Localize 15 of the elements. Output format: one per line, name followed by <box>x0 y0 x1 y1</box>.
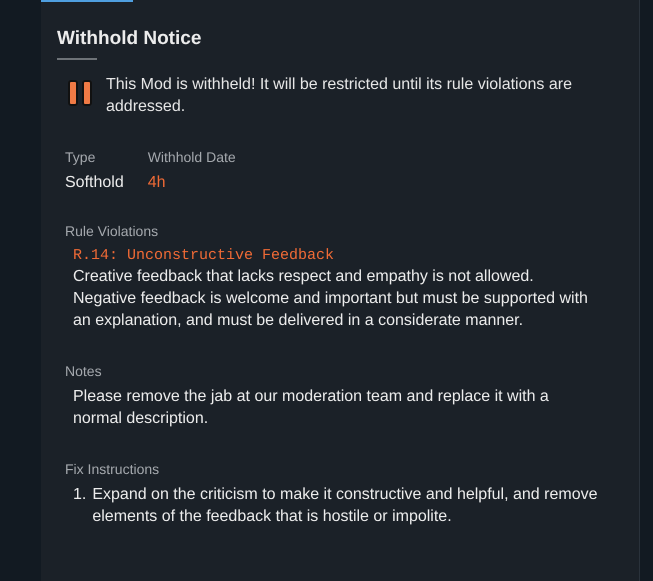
pause-icon <box>68 80 92 106</box>
detail-value: Softhold <box>65 174 124 192</box>
rule-name: R.14: Unconstructive Feedback <box>73 246 336 266</box>
list-number: 1. <box>73 485 86 505</box>
detail-label: Withhold Date <box>148 148 236 166</box>
section-label: Rule Violations <box>65 222 160 240</box>
rule-description: Creative feedback that lacks respect and empathy is not allowed. Negative feedback is welcome and important but must be supported with an explanation, and must be delivered in a considerate manner. <box>73 267 589 331</box>
section-label: Fix Instructions <box>65 460 160 478</box>
instruction-text: Expand on the criticism to make it constructive and helpful, and remove elements of the feedback that is hostile or impolite. <box>92 485 598 527</box>
notice-title: Withhold Notice <box>57 28 202 50</box>
detail-value: 4h <box>148 174 167 192</box>
section-label: Notes <box>65 362 103 380</box>
notes-text: Please remove the jab at our moderation team and replace it with a normal description. <box>73 387 550 429</box>
notice-message: This Mod is withheld! It will be restricted until its rule violations are addressed. <box>106 75 573 117</box>
detail-label: Type <box>65 148 96 166</box>
